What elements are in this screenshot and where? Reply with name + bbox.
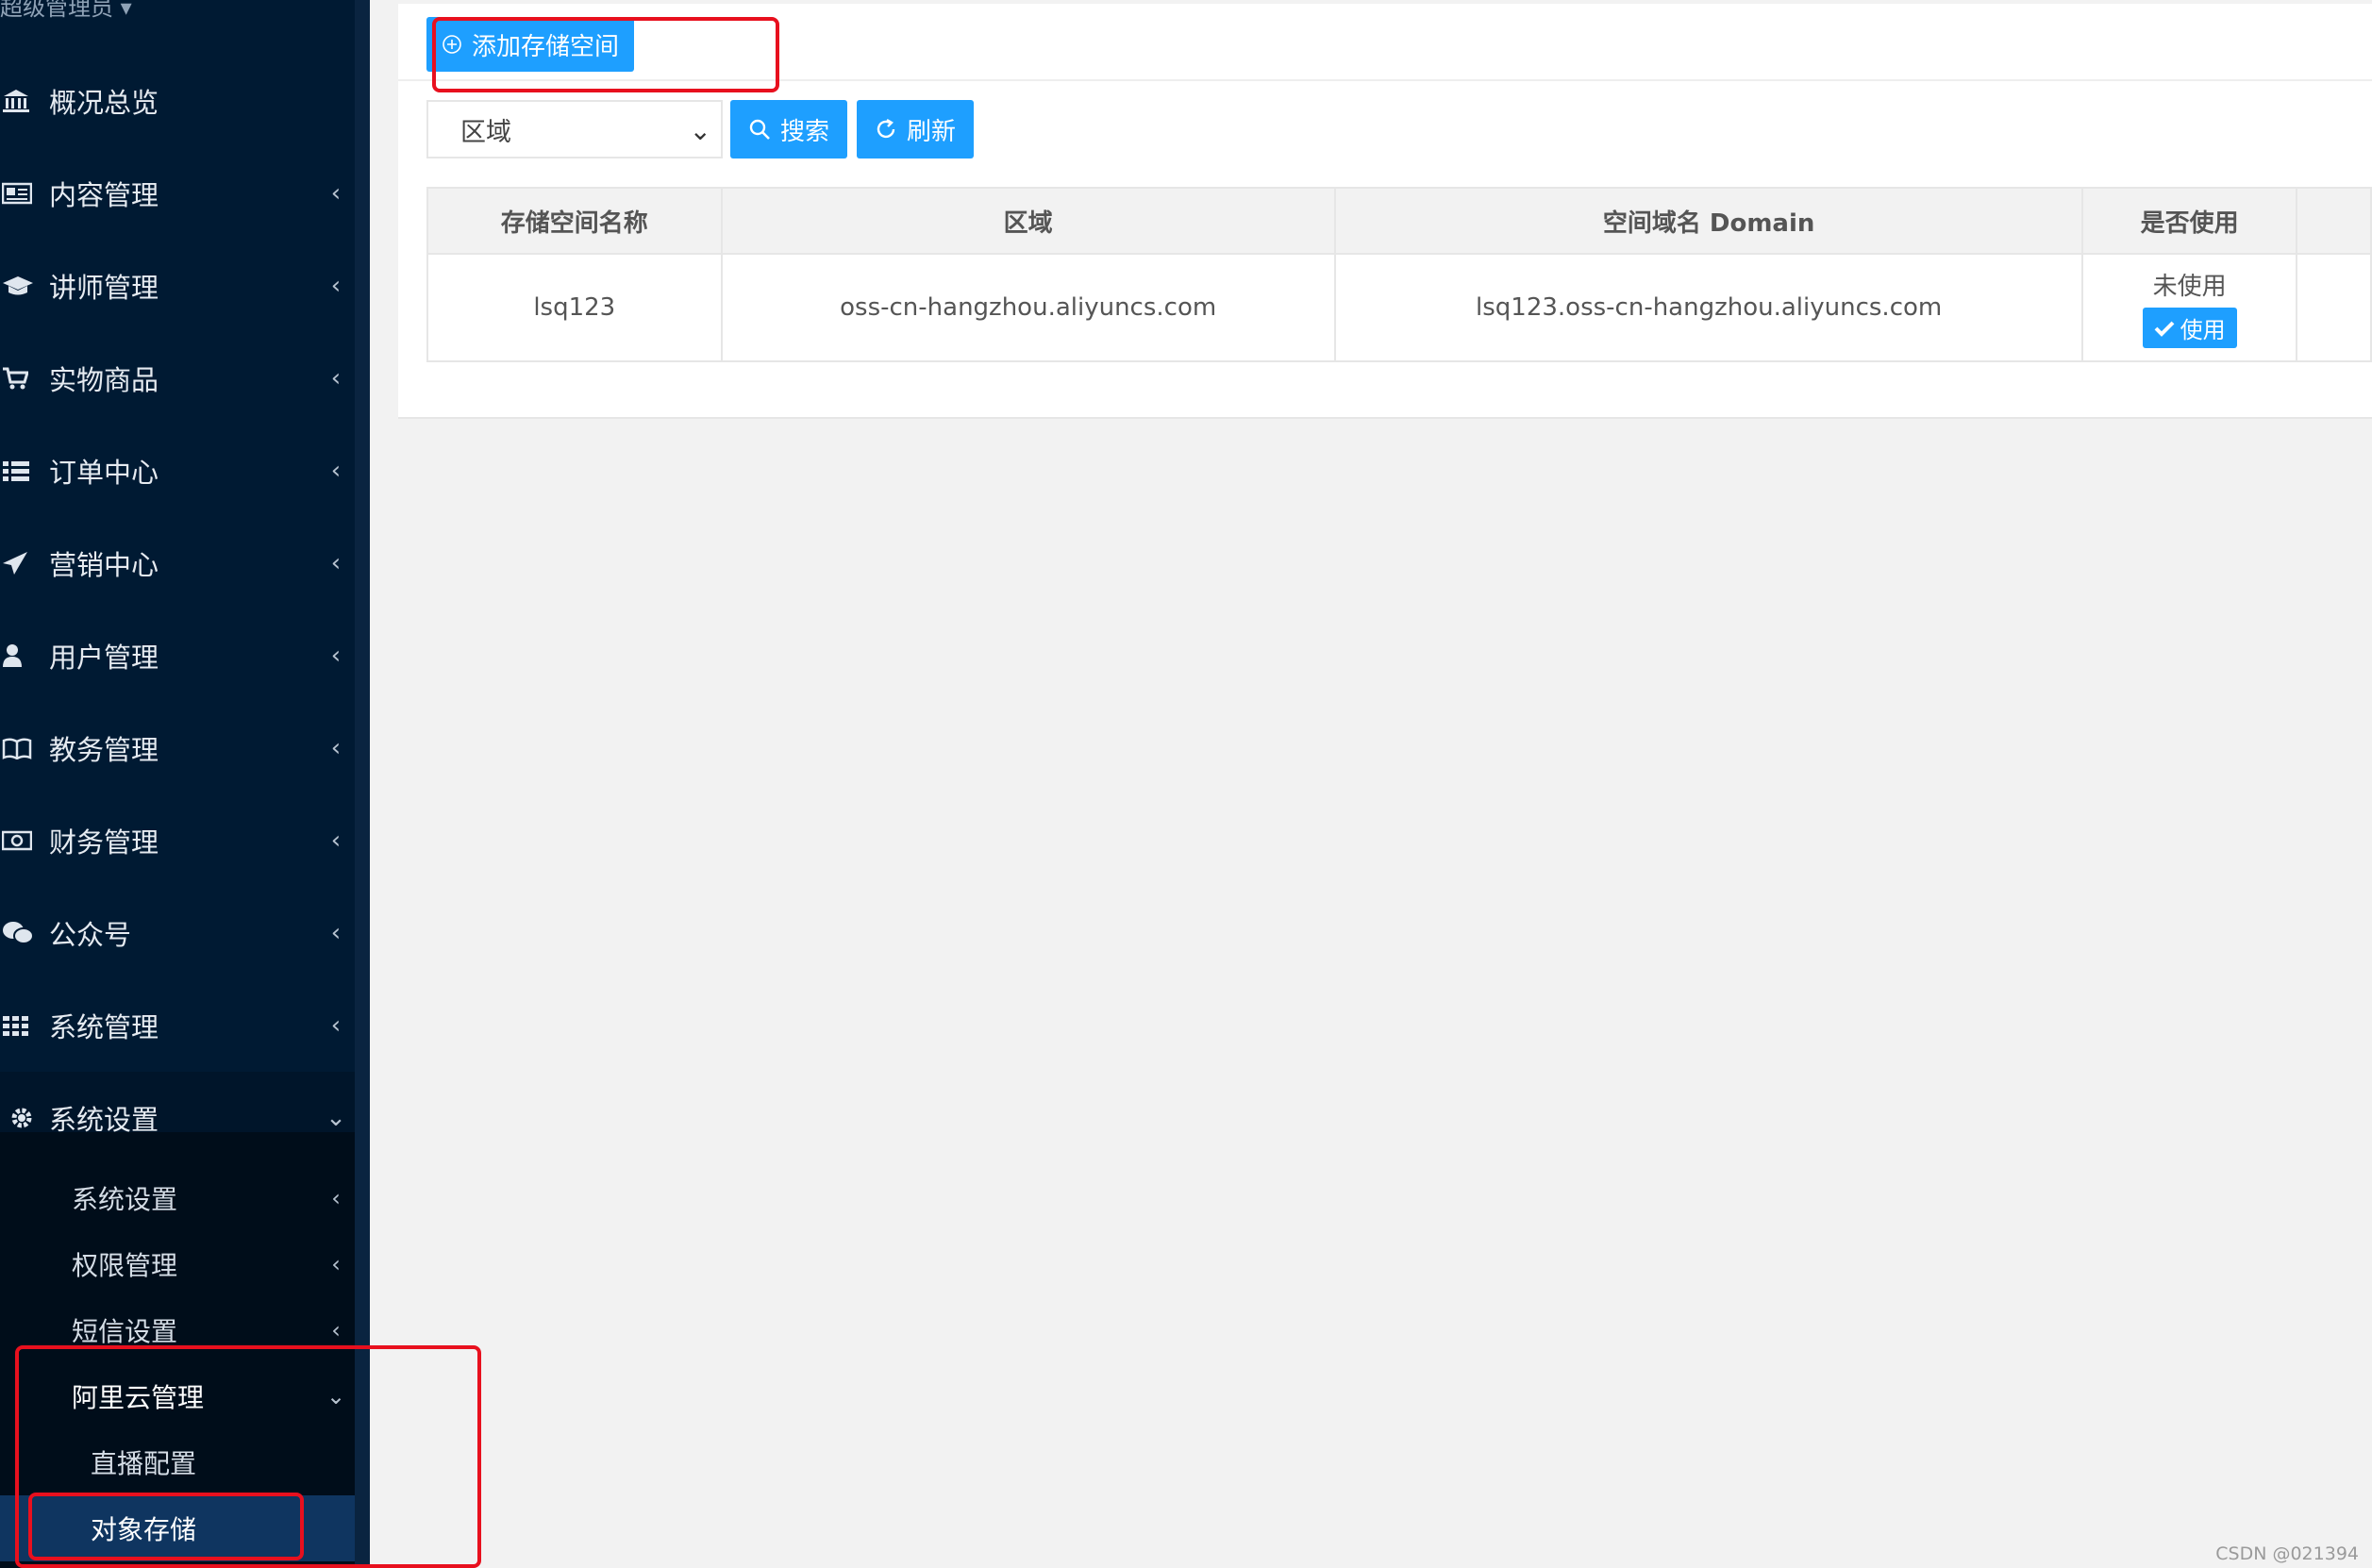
sidebar-item-orders[interactable]: 订单中心 ‹ — [0, 425, 355, 517]
sidebar-item-label: 概况总览 — [49, 87, 159, 119]
highlight-add-button — [432, 17, 779, 92]
refresh-button[interactable]: 刷新 — [857, 100, 974, 158]
cell-in-use: 未使用 使用 — [2081, 253, 2297, 362]
sidebar-item-finance[interactable]: 财务管理 ‹ — [0, 794, 355, 887]
chevron-left-icon: ‹ — [330, 272, 342, 300]
sidebar-item-label: 用户管理 — [49, 642, 159, 674]
search-icon — [749, 119, 770, 140]
user-icon — [0, 643, 49, 668]
chevron-left-icon: ‹ — [330, 642, 342, 670]
sidebar-item-label: 讲师管理 — [49, 272, 159, 304]
submenu-item-permissions[interactable]: 权限管理 ‹ — [0, 1231, 355, 1297]
bank-icon — [0, 88, 49, 114]
sidebar-item-label: 财务管理 — [49, 826, 159, 859]
cell-region: oss-cn-hangzhou.aliyuncs.com — [720, 253, 1336, 362]
sidebar: 超级管理员 ▾ 概况总览 内容管理 ‹ 讲师管理 ‹ 实物商品 ‹ 订单中心 ‹… — [0, 0, 370, 1568]
submenu-item-system-settings[interactable]: 系统设置 ‹ — [0, 1165, 355, 1231]
chevron-left-icon: ‹ — [330, 364, 342, 392]
sidebar-scroll-edge — [355, 0, 370, 1568]
gear-icon — [0, 1106, 49, 1130]
chevron-left-icon: ‹ — [330, 179, 342, 208]
column-header-in-use: 是否使用 — [2081, 187, 2297, 255]
sidebar-item-label: 系统管理 — [49, 1011, 159, 1043]
sidebar-item-label: 内容管理 — [49, 179, 159, 211]
column-header-extra — [2295, 187, 2372, 255]
table-header-row: 存储空间名称 区域 空间域名 Domain 是否使用 — [426, 187, 2372, 255]
sidebar-item-marketing[interactable]: 营销中心 ‹ — [0, 517, 355, 609]
chevron-left-icon: ‹ — [331, 1251, 341, 1277]
submenu-item-label: 系统设置 — [72, 1184, 178, 1215]
paper-plane-icon — [0, 551, 49, 575]
admin-user-name[interactable]: 超级管理员 — [0, 0, 113, 21]
chevron-left-icon: ‹ — [331, 1185, 341, 1211]
sidebar-item-system-admin[interactable]: 系统管理 ‹ — [0, 979, 355, 1072]
chevron-left-icon: ‹ — [330, 457, 342, 485]
chevron-down-icon: ⌄ — [326, 1104, 346, 1132]
chevron-left-icon: ‹ — [330, 1011, 342, 1040]
cart-icon — [0, 366, 49, 391]
column-header-name: 存储空间名称 — [426, 187, 723, 255]
newspaper-icon — [0, 182, 49, 205]
chevron-down-icon: ⌄ — [689, 115, 711, 146]
cell-extra — [2295, 253, 2372, 362]
submenu-item-label: 权限管理 — [72, 1250, 178, 1281]
storage-table: 存储空间名称 区域 空间域名 Domain 是否使用 lsq123 oss-cn… — [426, 187, 2372, 362]
refresh-icon — [877, 118, 895, 139]
sidebar-item-teachers[interactable]: 讲师管理 ‹ — [0, 240, 355, 332]
submenu-item-label: 短信设置 — [72, 1316, 178, 1347]
cell-name: lsq123 — [426, 253, 723, 362]
list-icon — [0, 459, 49, 482]
search-button[interactable]: 搜索 — [730, 100, 847, 158]
sidebar-item-label: 公众号 — [49, 919, 132, 951]
chevron-left-icon: ‹ — [330, 919, 342, 947]
sidebar-item-label: 订单中心 — [49, 457, 159, 489]
sidebar-item-overview[interactable]: 概况总览 — [0, 55, 355, 147]
sidebar-item-wechat[interactable]: 公众号 ‹ — [0, 887, 355, 979]
region-select[interactable]: 区域 ⌄ — [426, 100, 723, 158]
use-button-label: 使用 — [2180, 317, 2226, 343]
cell-domain: lsq123.oss-cn-hangzhou.aliyuncs.com — [1333, 253, 2084, 362]
use-button[interactable]: 使用 — [2142, 308, 2237, 348]
sidebar-item-academic[interactable]: 教务管理 ‹ — [0, 702, 355, 794]
chevron-left-icon: ‹ — [330, 734, 342, 762]
sidebar-item-users[interactable]: 用户管理 ‹ — [0, 609, 355, 702]
sidebar-item-label: 营销中心 — [49, 549, 159, 581]
sidebar-item-content[interactable]: 内容管理 ‹ — [0, 147, 355, 240]
search-label: 搜索 — [779, 117, 829, 146]
chevron-left-icon: ‹ — [331, 1317, 341, 1343]
wechat-icon — [0, 920, 49, 946]
region-select-value: 区域 — [460, 117, 511, 147]
book-icon — [0, 737, 49, 759]
admin-user-menu[interactable]: 超级管理员 ▾ — [0, 0, 132, 22]
sidebar-item-label: 实物商品 — [49, 364, 159, 396]
chevron-left-icon: ‹ — [330, 826, 342, 855]
check-icon — [2154, 321, 2175, 337]
graduation-cap-icon — [0, 275, 49, 297]
highlight-object-storage — [28, 1493, 304, 1560]
sidebar-item-label: 教务管理 — [49, 734, 159, 766]
sidebar-item-products[interactable]: 实物商品 ‹ — [0, 332, 355, 425]
refresh-label: 刷新 — [906, 117, 956, 146]
status-badge: 未使用 — [2152, 273, 2227, 301]
column-header-region: 区域 — [720, 187, 1336, 255]
watermark: CSDN @021394 — [2215, 1543, 2359, 1564]
grid-icon — [0, 1014, 49, 1037]
column-header-domain: 空间域名 Domain — [1333, 187, 2084, 255]
money-icon — [0, 830, 49, 851]
table-row: lsq123 oss-cn-hangzhou.aliyuncs.com lsq1… — [426, 253, 2372, 362]
chevron-left-icon: ‹ — [330, 549, 342, 577]
